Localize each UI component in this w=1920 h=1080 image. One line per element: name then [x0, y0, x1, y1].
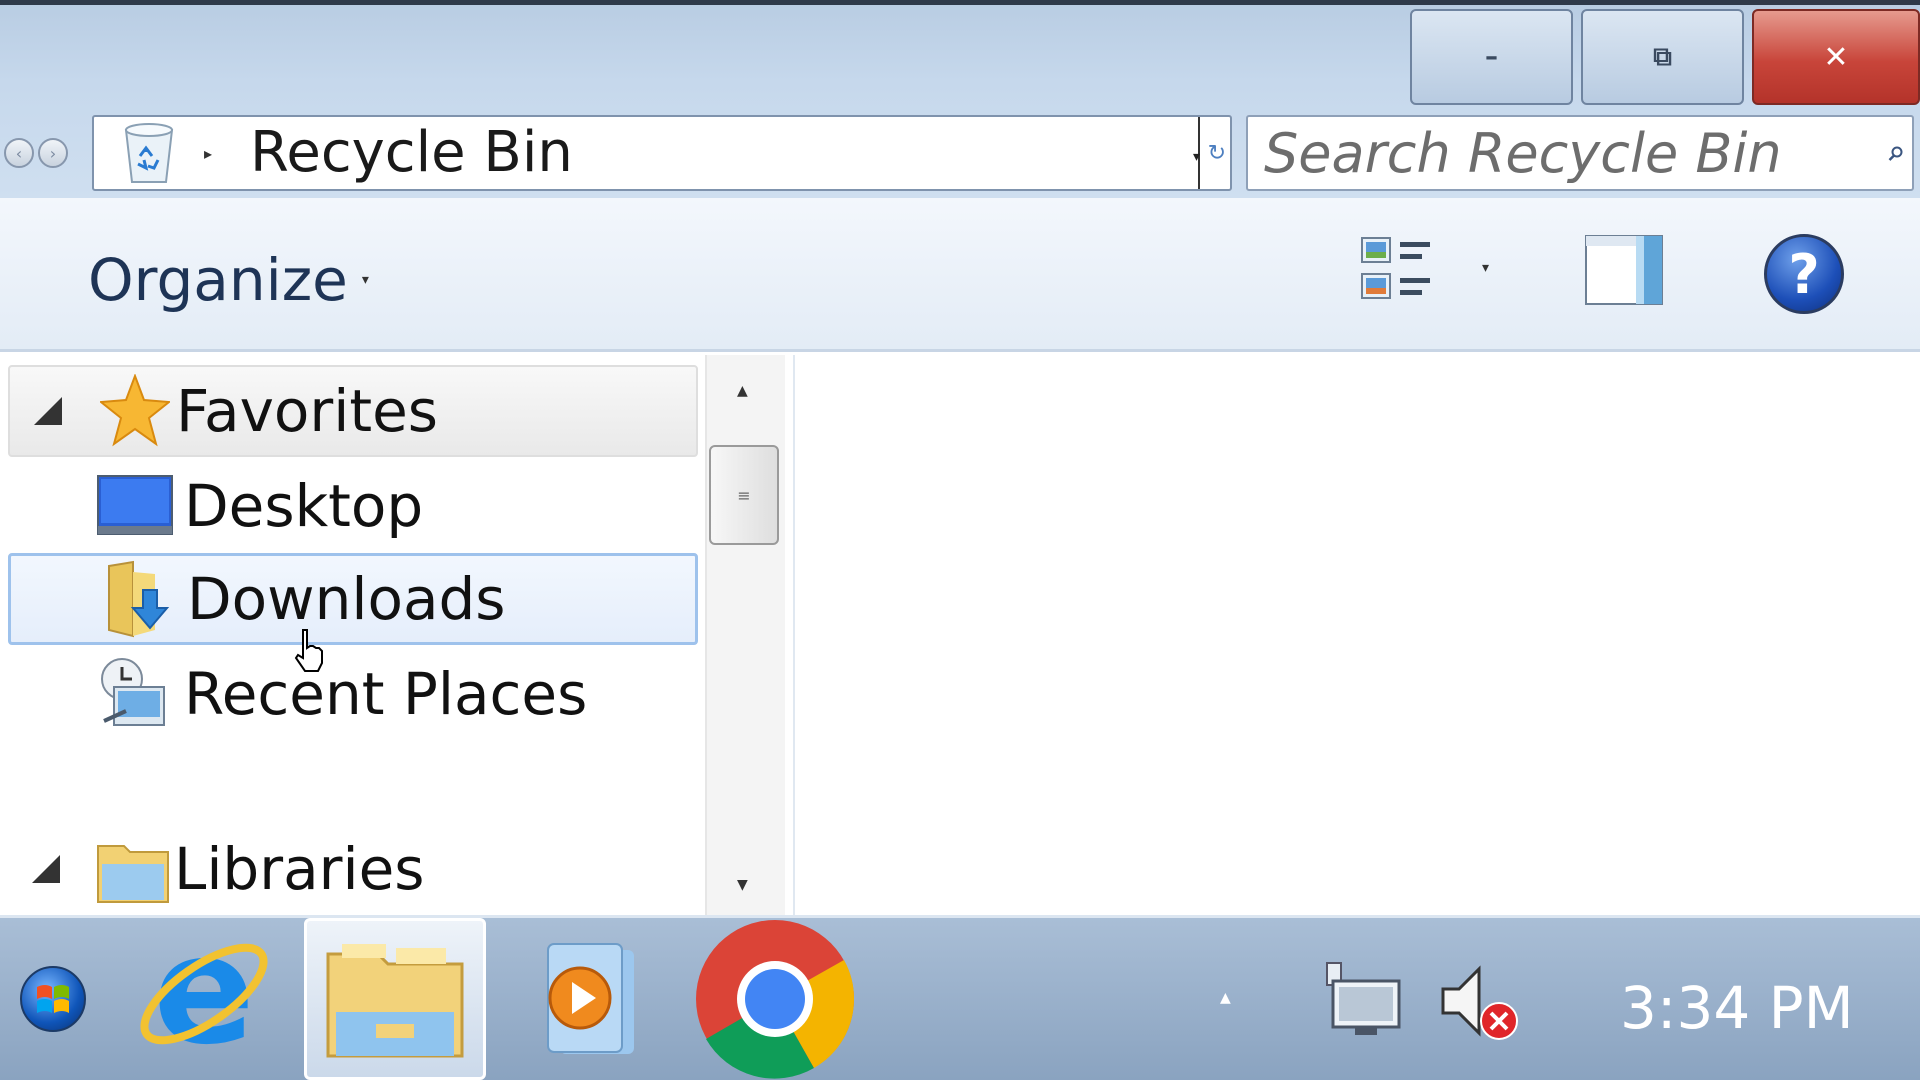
chevron-down-icon: ▾ [361, 272, 369, 288]
windows-logo-icon [37, 985, 69, 1013]
hand-cursor-icon [294, 629, 323, 672]
close-icon: ✕ [1823, 39, 1849, 75]
collapse-triangle-icon[interactable] [34, 397, 62, 425]
downloads-label: Downloads [187, 565, 506, 633]
views-icon [1361, 237, 1430, 299]
star-icon [96, 372, 174, 450]
libraries-label: Libraries [174, 835, 425, 903]
favorites-label: Favorites [176, 377, 438, 445]
scroll-down-icon[interactable]: ▼ [737, 877, 748, 893]
forward-button[interactable]: › [38, 138, 68, 168]
breadcrumb-location[interactable]: Recycle Bin [250, 115, 573, 191]
window-chrome: – ⧉ ✕ ‹ › ▸ Recycle Bin ▾ ↻ [0, 0, 1920, 198]
scroll-thumb[interactable]: ≡ [709, 445, 779, 545]
nav-item-downloads[interactable]: Downloads [8, 553, 698, 645]
restore-icon: ⧉ [1653, 41, 1672, 72]
command-bar: Organize ▾ ▾ ? [0, 198, 1920, 352]
chrome-icon [696, 920, 855, 1079]
close-button[interactable]: ✕ [1752, 9, 1920, 105]
recent-places-icon [96, 655, 174, 733]
address-history-dropdown-icon[interactable]: ▾ [1193, 149, 1200, 165]
nav-item-desktop[interactable]: Desktop [8, 460, 698, 552]
views-dropdown-icon[interactable]: ▾ [1482, 260, 1489, 276]
taskbar: e ▲ 3:34 PM [0, 915, 1920, 1080]
back-arrow-icon: ‹ [15, 143, 23, 163]
change-view-button[interactable]: ▾ [1360, 230, 1500, 310]
breadcrumb-chevron-icon[interactable]: ▸ [204, 144, 212, 163]
navigation-buttons: ‹ › [4, 138, 68, 168]
show-hidden-icons-button[interactable]: ▲ [1220, 990, 1231, 1006]
folder-icon [326, 944, 464, 1058]
libraries-folder-icon [94, 830, 172, 908]
taskbar-internet-explorer[interactable]: e [124, 918, 284, 1080]
help-button[interactable]: ? [1764, 234, 1844, 314]
organize-label: Organize [88, 246, 348, 314]
start-button[interactable] [20, 966, 86, 1032]
organize-button[interactable]: Organize ▾ [88, 246, 369, 314]
restore-button[interactable]: ⧉ [1581, 9, 1744, 105]
minimize-button[interactable]: – [1410, 9, 1573, 105]
help-icon: ? [1788, 242, 1820, 306]
recycle-bin-icon [114, 118, 184, 188]
internet-explorer-icon: e [140, 924, 268, 1074]
media-player-icon [547, 943, 634, 1054]
downloads-folder-icon [99, 560, 177, 638]
file-list-pane[interactable] [797, 355, 1920, 915]
preview-pane-icon [1585, 235, 1663, 305]
volume-muted-icon[interactable] [1434, 956, 1524, 1046]
navigation-pane: Favorites Desktop Downloads Recent Place… [0, 355, 795, 915]
search-box[interactable] [1246, 115, 1914, 191]
refresh-icon[interactable]: ↻ [1208, 141, 1226, 166]
back-button[interactable]: ‹ [4, 138, 34, 168]
recent-places-label: Recent Places [184, 660, 588, 728]
preview-pane-button[interactable] [1584, 234, 1664, 306]
nav-pane-scrollbar[interactable]: ▲ ≡ ▼ [705, 355, 785, 915]
desktop-label: Desktop [184, 472, 424, 540]
grip-icon: ≡ [737, 485, 751, 505]
nav-libraries-header[interactable]: Libraries [8, 823, 698, 915]
forward-arrow-icon: › [49, 143, 57, 163]
scroll-up-icon[interactable]: ▲ [737, 383, 748, 399]
collapse-triangle-icon[interactable] [32, 855, 60, 883]
taskbar-windows-explorer[interactable] [304, 918, 486, 1080]
search-icon[interactable] [1888, 143, 1904, 167]
address-bar[interactable]: ▸ Recycle Bin ▾ ↻ [92, 115, 1232, 191]
taskbar-clock[interactable]: 3:34 PM [1620, 974, 1854, 1042]
search-input[interactable] [1264, 121, 1864, 185]
taskbar-media-player[interactable] [510, 918, 660, 1080]
network-icon[interactable] [1316, 956, 1406, 1046]
desktop-icon [96, 467, 174, 545]
nav-favorites-header[interactable]: Favorites [8, 365, 698, 457]
minimize-icon: – [1485, 42, 1498, 72]
nav-item-recent-places[interactable]: Recent Places [8, 648, 698, 740]
taskbar-chrome[interactable] [690, 918, 860, 1080]
